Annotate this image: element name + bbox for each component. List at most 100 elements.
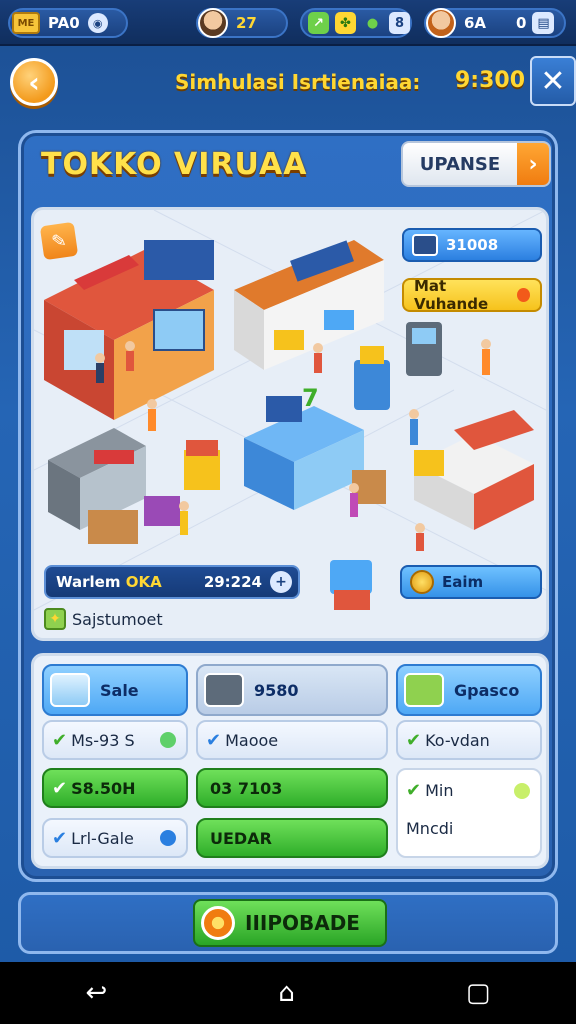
system-label: Sajstumoet — [72, 609, 163, 629]
home-nav-icon[interactable]: ⌂ — [278, 978, 295, 1008]
ticket-icon: ME — [12, 12, 40, 34]
shop-panel: TOKKO VIRUAA UPANSE › 7 ✎ 31008 Mat Vuha… — [18, 130, 558, 882]
player-avatar — [198, 8, 228, 38]
uedar-card-label: UEDAR — [210, 828, 272, 848]
status-dot-icon — [160, 830, 176, 846]
upgrade-icon — [201, 906, 235, 940]
uedar-card[interactable]: UEDAR — [196, 818, 388, 858]
status-right-value: 29:224 — [203, 573, 262, 591]
add-currency-icon[interactable]: ◉ — [87, 13, 108, 33]
status-dot-icon — [160, 732, 176, 748]
clover-icon: ✤ — [335, 12, 356, 34]
right-cafe — [414, 410, 534, 530]
stats-badge-value: 31008 — [446, 236, 499, 254]
machine-card-label: 9580 — [254, 680, 299, 700]
player-level-value: 27 — [236, 14, 257, 32]
profile-avatar — [426, 8, 456, 38]
upanse-button[interactable]: UPANSE › — [401, 141, 551, 187]
status-dot-icon — [514, 782, 530, 799]
location-icon: ● — [366, 15, 379, 31]
upgrade-label: IIIPOBADE — [245, 911, 360, 935]
status-left-label: Warlem OKA — [56, 573, 162, 591]
mncdi-label: Mncdi — [406, 819, 454, 838]
check-icon: ✔ — [206, 729, 222, 751]
profile-value: 6A — [464, 14, 487, 32]
status-left-bold: OKA — [125, 573, 162, 591]
currency-value: PA0 — [48, 14, 80, 32]
menu-icon[interactable]: ▤ — [532, 12, 555, 34]
status-left-text: Warlem — [56, 573, 121, 591]
simulation-time: 9:300 — [455, 68, 526, 93]
robot-kiosk — [354, 360, 390, 410]
machine-icon — [204, 673, 244, 707]
android-navigation-bar: ↩ ⌂ ▢ — [0, 962, 576, 1024]
price-card-label: S8.50H — [71, 778, 136, 798]
coin-label: Eaim — [442, 573, 484, 591]
upanse-label: UPANSE — [419, 153, 501, 175]
resource-value: 8 — [389, 12, 410, 34]
chevron-left-icon: ‹ — [28, 65, 40, 99]
min-card[interactable]: ✔ Min Mncdi — [396, 768, 542, 858]
gear-icon: ✦ — [44, 608, 66, 630]
left-store-building — [44, 240, 214, 420]
sale-sub-label: Ms-93 S — [71, 730, 135, 750]
shopping-cart — [330, 560, 372, 594]
sale-sub-card[interactable]: ✔ Ms-93 S — [42, 720, 188, 760]
upgrade-button[interactable]: IIIPOBADE — [193, 899, 387, 947]
check-icon: ✔ — [406, 729, 422, 751]
price-card[interactable]: ✔ S8.50H — [42, 768, 188, 808]
top-status-bar: ME PA0 ◉ 27 ↗ ✤ ● 8 6A 0 ▤ — [0, 0, 576, 46]
shop-status-bar[interactable]: Warlem OKA 29:224 + — [44, 565, 300, 599]
alert-dot-icon — [517, 288, 530, 302]
stats-badge[interactable]: 31008 — [402, 228, 542, 262]
store-scene[interactable]: 7 ✎ 31008 Mat Vuhande Warlem OKA 29:224 … — [31, 207, 549, 641]
bag-icon — [404, 673, 444, 707]
sale-card-label: Sale — [100, 680, 139, 700]
kovdan-card[interactable]: ✔ Ko-vdan — [396, 720, 542, 760]
check-icon: ✔ — [406, 780, 422, 801]
event-badge-label: Mat Vuhande — [414, 277, 489, 313]
back-button[interactable]: ‹ — [10, 58, 58, 106]
cardboard-box — [88, 510, 138, 544]
edit-icon[interactable]: ✎ — [39, 221, 79, 261]
resource-pill[interactable]: ↗ ✤ ● 8 — [300, 8, 412, 38]
add-time-icon[interactable]: + — [270, 571, 292, 593]
gpasco-card-label: Gpasco — [454, 680, 520, 700]
center-counter: 7 — [244, 384, 364, 510]
currency-pill[interactable]: ME PA0 ◉ — [8, 8, 128, 38]
chart-icon: ↗ — [308, 12, 329, 34]
coin-icon — [410, 570, 434, 594]
simulation-title: Simhulasi Isrtienaiaa: — [175, 70, 421, 94]
coin-pill[interactable]: Eaim — [400, 565, 542, 599]
player-level-pill[interactable]: 27 — [196, 8, 288, 38]
bottom-action-panel: IIIPOBADE — [18, 892, 558, 954]
stock-card[interactable]: 03 7103 — [196, 768, 388, 808]
sale-card[interactable]: Sale — [42, 664, 188, 716]
screen-header: ‹ Simhulasi Isrtienaiaa: 9:300 ✕ — [0, 50, 576, 116]
calculator-icon — [412, 234, 438, 256]
lrl-gale-card[interactable]: ✔ Lrl-Gale — [42, 818, 188, 858]
machine-card[interactable]: 9580 — [196, 664, 388, 716]
chevron-right-icon: › — [517, 143, 549, 185]
machine-sub-card[interactable]: ✔ Maooe — [196, 720, 388, 760]
system-row[interactable]: ✦ Sajstumoet — [44, 608, 163, 630]
check-icon: ✔ — [52, 729, 68, 751]
gpasco-card[interactable]: Gpasco — [396, 664, 542, 716]
stock-card-label: 03 7103 — [210, 778, 283, 798]
event-badge[interactable]: Mat Vuhande — [402, 277, 542, 313]
back-nav-icon[interactable]: ↩ — [86, 978, 108, 1008]
shop-title: TOKKO VIRUAA — [41, 147, 308, 182]
min-card-label: Min — [425, 781, 454, 800]
svg-text:7: 7 — [302, 384, 319, 412]
check-icon: ✔ — [52, 777, 68, 799]
tablet-icon — [50, 673, 90, 707]
recents-nav-icon[interactable]: ▢ — [466, 978, 491, 1008]
close-icon: ✕ — [540, 63, 566, 99]
kovdan-card-label: Ko-vdan — [425, 730, 490, 750]
machine-sub-label: Maooe — [225, 730, 279, 750]
action-cards-grid: Sale ✔ Ms-93 S ✔ S8.50H ✔ Lrl-Gale 9580 … — [31, 653, 549, 869]
profile-pill[interactable]: 6A 0 ▤ — [424, 8, 566, 38]
close-button[interactable]: ✕ — [530, 56, 576, 106]
lrl-gale-label: Lrl-Gale — [71, 828, 134, 848]
min-row: ✔ Min — [398, 780, 540, 801]
